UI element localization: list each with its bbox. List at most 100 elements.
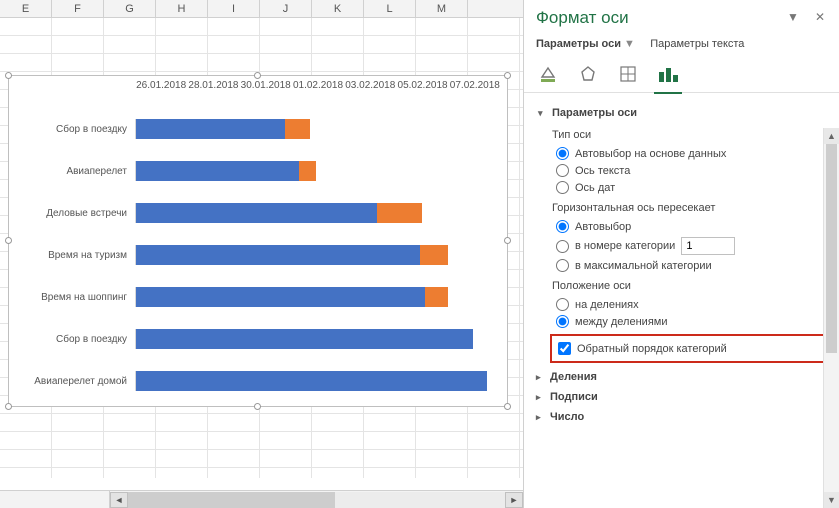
checkbox-reverse-order[interactable]: Обратный порядок категорий xyxy=(558,340,823,357)
bar-segment-blue[interactable] xyxy=(136,245,420,265)
axis-options-icon[interactable] xyxy=(656,62,680,86)
bar-segment-orange[interactable] xyxy=(425,287,447,307)
radio-pos-between[interactable]: между делениями xyxy=(556,313,827,330)
chart-plot-area[interactable]: 26.01.2018 28.01.2018 30.01.2018 01.02.2… xyxy=(15,80,501,402)
horizontal-scrollbar: ◄ ► xyxy=(0,490,523,508)
category-label[interactable]: Сбор в поездку xyxy=(15,334,135,345)
highlight-reverse-order: Обратный порядок категорий xyxy=(550,334,831,363)
pane-vertical-scrollbar: ▲ ▼ xyxy=(823,128,839,508)
section-number[interactable]: ▸Число xyxy=(536,407,827,427)
scroll-up-button[interactable]: ▲ xyxy=(824,128,839,144)
resize-handle[interactable] xyxy=(254,72,261,79)
radio-cross-max-category[interactable]: в максимальной категории xyxy=(556,257,827,274)
radio-cross-auto[interactable]: Автовыбор xyxy=(556,218,827,235)
col-header[interactable]: I xyxy=(208,0,260,17)
category-label[interactable]: Сбор в поездку xyxy=(15,124,135,135)
effects-icon[interactable] xyxy=(576,62,600,86)
bar-row: Сбор в поездку xyxy=(15,318,501,360)
chart-object[interactable]: 26.01.2018 28.01.2018 30.01.2018 01.02.2… xyxy=(8,75,508,407)
col-header[interactable]: G xyxy=(104,0,156,17)
bar-segment-blue[interactable] xyxy=(136,287,425,307)
x-tick: 07.02.2018 xyxy=(449,80,501,91)
bar-track xyxy=(135,245,501,265)
bar-segment-orange[interactable] xyxy=(285,119,310,139)
resize-handle[interactable] xyxy=(5,237,12,244)
col-header[interactable]: E xyxy=(0,0,52,17)
col-header[interactable]: F xyxy=(52,0,104,17)
radio-axis-text[interactable]: Ось текста xyxy=(556,162,827,179)
pane-options-button[interactable]: ▼ xyxy=(787,10,799,24)
resize-handle[interactable] xyxy=(504,72,511,79)
bar-segment-blue[interactable] xyxy=(136,203,377,223)
bar-segment-orange[interactable] xyxy=(377,203,422,223)
x-tick: 03.02.2018 xyxy=(344,80,396,91)
pane-tabs: Параметры оси ▼ Параметры текста xyxy=(536,38,827,50)
bar-row: Деловые встречи xyxy=(15,192,501,234)
scroll-track[interactable] xyxy=(824,144,839,492)
spreadsheet-area: E F G H I J K L M 26.01.2018 28.01.2018 … xyxy=(0,0,524,508)
chevron-right-icon: ▸ xyxy=(536,392,544,403)
scroll-track[interactable] xyxy=(128,492,505,508)
col-header[interactable]: H xyxy=(156,0,208,17)
resize-handle[interactable] xyxy=(5,403,12,410)
radio-axis-date[interactable]: Ось дат xyxy=(556,179,827,196)
x-tick: 01.02.2018 xyxy=(292,80,344,91)
x-tick: 26.01.2018 xyxy=(135,80,187,91)
resize-handle[interactable] xyxy=(5,72,12,79)
col-header[interactable]: L xyxy=(364,0,416,17)
resize-handle[interactable] xyxy=(254,403,261,410)
radio-axis-auto[interactable]: Автовыбор на основе данных xyxy=(556,145,827,162)
axis-position-label: Положение оси xyxy=(552,280,827,292)
chart-x-axis[interactable]: 26.01.2018 28.01.2018 30.01.2018 01.02.2… xyxy=(15,80,501,100)
bar-row: Сбор в поездку xyxy=(15,108,501,150)
category-label[interactable]: Авиаперелет xyxy=(15,166,135,177)
size-properties-icon[interactable] xyxy=(616,62,640,86)
axis-cross-label: Горизонтальная ось пересекает xyxy=(552,202,827,214)
tab-text-options[interactable]: Параметры текста xyxy=(650,38,744,50)
bar-track xyxy=(135,329,501,349)
category-label[interactable]: Авиаперелет домой xyxy=(15,376,135,387)
scroll-right-button[interactable]: ► xyxy=(505,492,523,508)
bar-row: Авиаперелет домой xyxy=(15,360,501,402)
tab-axis-options[interactable]: Параметры оси ▼ xyxy=(536,38,635,50)
resize-handle[interactable] xyxy=(504,237,511,244)
section-labels[interactable]: ▸Подписи xyxy=(536,387,827,407)
x-tick: 30.01.2018 xyxy=(240,80,292,91)
category-label[interactable]: Время на туризм xyxy=(15,250,135,261)
x-tick: 28.01.2018 xyxy=(187,80,239,91)
bar-segment-orange[interactable] xyxy=(420,245,448,265)
resize-handle[interactable] xyxy=(504,403,511,410)
pane-title: Формат оси xyxy=(536,8,827,28)
scroll-thumb[interactable] xyxy=(128,492,335,508)
category-label[interactable]: Время на шоппинг xyxy=(15,292,135,303)
cross-category-input[interactable] xyxy=(681,237,735,255)
close-icon[interactable]: ✕ xyxy=(815,10,825,24)
col-header[interactable]: J xyxy=(260,0,312,17)
fill-line-icon[interactable] xyxy=(536,62,560,86)
chevron-down-icon: ▾ xyxy=(538,108,546,119)
column-headers: E F G H I J K L M xyxy=(0,0,523,18)
radio-cross-at-category[interactable]: в номере категории xyxy=(556,235,827,257)
scroll-thumb[interactable] xyxy=(826,144,837,353)
col-header[interactable]: M xyxy=(416,0,468,17)
bar-track xyxy=(135,161,501,181)
scroll-down-button[interactable]: ▼ xyxy=(824,492,839,508)
col-header[interactable]: K xyxy=(312,0,364,17)
bar-segment-blue[interactable] xyxy=(136,371,487,391)
bar-segment-blue[interactable] xyxy=(136,329,473,349)
chevron-right-icon: ▸ xyxy=(536,372,544,383)
bar-segment-orange[interactable] xyxy=(299,161,316,181)
scroll-left-button[interactable]: ◄ xyxy=(110,492,128,508)
bar-segment-blue[interactable] xyxy=(136,119,285,139)
sheet-tab-area[interactable] xyxy=(0,491,110,508)
bar-track xyxy=(135,371,501,391)
axis-type-label: Тип оси xyxy=(552,129,827,141)
section-axis-options[interactable]: ▾ Параметры оси xyxy=(538,103,827,123)
bar-track xyxy=(135,287,501,307)
radio-pos-on-tick[interactable]: на делениях xyxy=(556,296,827,313)
bar-track xyxy=(135,119,501,139)
category-label[interactable]: Деловые встречи xyxy=(15,208,135,219)
section-ticks[interactable]: ▸Деления xyxy=(536,367,827,387)
bar-segment-blue[interactable] xyxy=(136,161,299,181)
chevron-right-icon: ▸ xyxy=(536,412,544,423)
